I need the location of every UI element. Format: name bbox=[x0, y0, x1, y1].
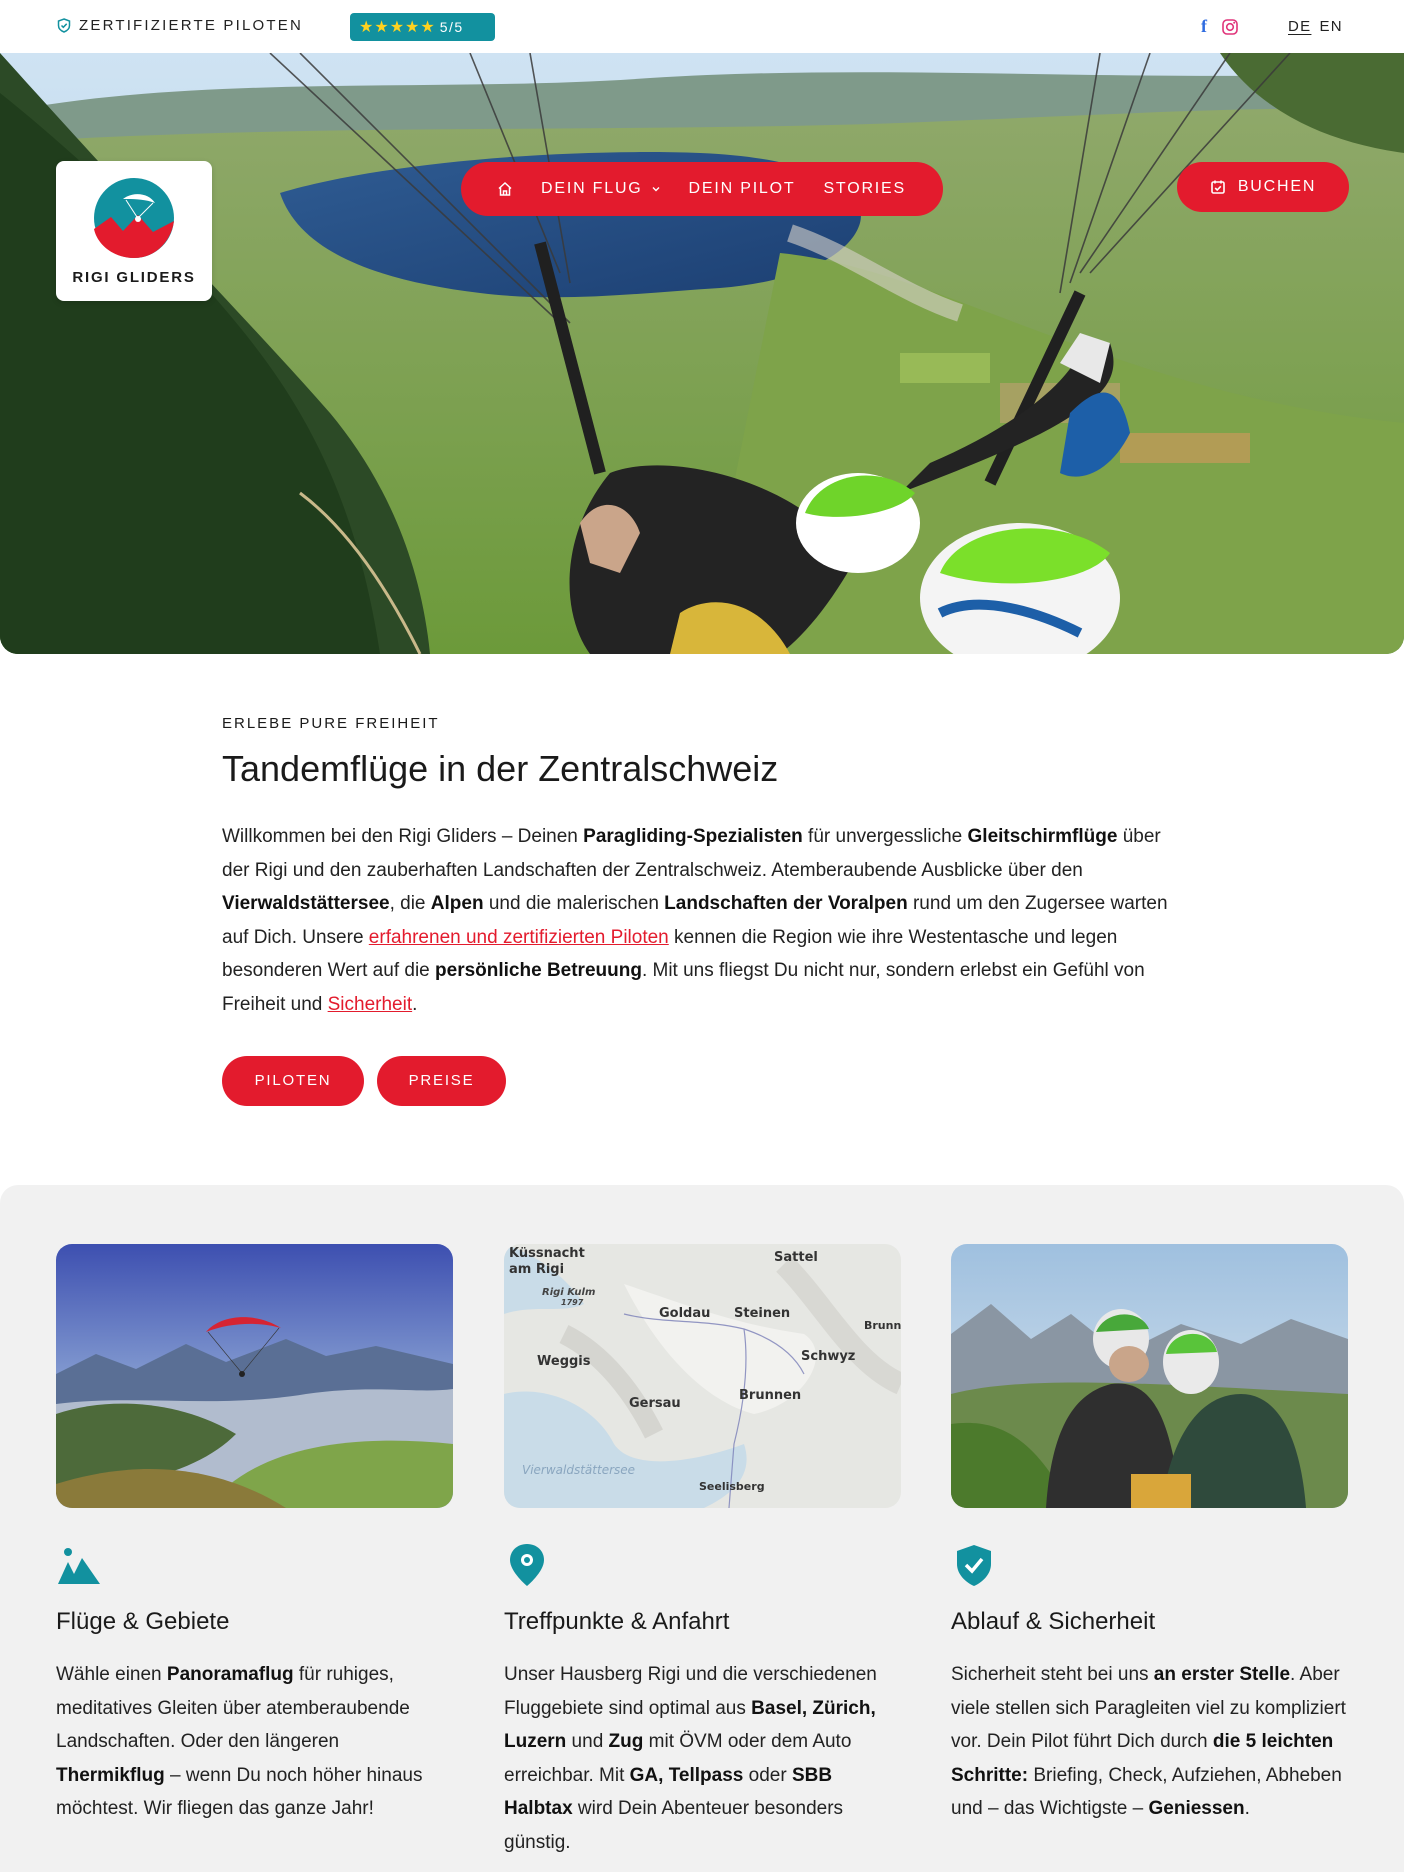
map-label: Seelisberg bbox=[699, 1480, 765, 1493]
hero: RIGI GLIDERS DEIN FLUG DEIN PILOT STORIE… bbox=[0, 53, 1404, 654]
intro-text-bold: persönliche Betreuung bbox=[435, 960, 642, 982]
lang-de[interactable]: DE bbox=[1288, 18, 1311, 35]
book-label: BUCHEN bbox=[1237, 178, 1317, 195]
instagram-icon[interactable] bbox=[1221, 18, 1239, 36]
feature-image-flights[interactable] bbox=[56, 1244, 453, 1508]
top-bar: ZERTIFIZIERTE PILOTEN ★★★★★ 5/5 f DE EN bbox=[0, 0, 1404, 53]
map-label: Schwyz bbox=[801, 1349, 855, 1364]
map-pin-icon bbox=[504, 1542, 901, 1592]
intro-eyebrow: ERLEBE PURE FREIHEIT bbox=[222, 715, 440, 732]
calendar-check-icon bbox=[1211, 180, 1225, 194]
brand-name: RIGI GLIDERS bbox=[72, 269, 196, 286]
star-icon: ★★★★★ bbox=[359, 19, 436, 36]
book-button[interactable]: BUCHEN bbox=[1177, 162, 1349, 212]
feature-text: Wähle einen Panoramaflug für ruhiges, me… bbox=[56, 1658, 453, 1826]
region-map-image: Küssnacht am Rigi Sattel Goldau Steinen … bbox=[504, 1244, 901, 1508]
feature-text-part: . bbox=[1244, 1798, 1250, 1820]
paraglider-landscape-image bbox=[56, 1244, 453, 1508]
intro-text-part: für unvergessliche bbox=[802, 826, 968, 847]
safety-link[interactable]: Sicherheit bbox=[328, 994, 413, 1015]
chevron-down-icon bbox=[652, 187, 660, 192]
language-switcher: DE EN bbox=[1288, 18, 1343, 35]
intro-text-bold: Landschaften der Voralpen bbox=[664, 893, 908, 915]
feature-text-bold: Thermikflug bbox=[56, 1764, 165, 1786]
feature-card-flights: Flüge & Gebiete Wähle einen Panoramaflug… bbox=[56, 1244, 453, 1826]
map-label: Weggis bbox=[537, 1354, 591, 1369]
map-label: Brunnen bbox=[739, 1388, 801, 1403]
features-section: Flüge & Gebiete Wähle einen Panoramaflug… bbox=[0, 1185, 1404, 1872]
map-label: Brunn bbox=[864, 1319, 901, 1332]
intro-text: Willkommen bei den Rigi Gliders – Deinen… bbox=[222, 820, 1182, 1022]
intro-text-part: und die malerischen bbox=[483, 893, 665, 915]
hero-image bbox=[0, 53, 1404, 654]
feature-text-bold: Geniessen bbox=[1148, 1798, 1245, 1820]
feature-text-part: Sicherheit steht bei uns bbox=[951, 1664, 1154, 1685]
certified-pilots: ZERTIFIZIERTE PILOTEN bbox=[57, 17, 303, 34]
page-title: Tandemflüge in der Zentralschweiz bbox=[222, 748, 779, 789]
map-label: 1797 bbox=[561, 1298, 584, 1307]
feature-text-part: und bbox=[566, 1731, 609, 1753]
feature-card-safety: Ablauf & Sicherheit Sicherheit steht bei… bbox=[951, 1244, 1348, 1826]
lang-en[interactable]: EN bbox=[1319, 18, 1342, 35]
pilots-button[interactable]: PILOTEN bbox=[222, 1055, 364, 1106]
feature-text-bold: GA, Tellpass bbox=[629, 1764, 744, 1786]
map-label: Steinen bbox=[734, 1306, 790, 1321]
map-label: Goldau bbox=[659, 1306, 710, 1321]
pilots-link[interactable]: erfahrenen und zertifizierten Piloten bbox=[369, 927, 669, 948]
intro-buttons: PILOTEN PREISE bbox=[222, 1055, 1182, 1106]
brand-logo[interactable]: RIGI GLIDERS bbox=[56, 161, 212, 301]
intro-text-part: Willkommen bei den Rigi Gliders – Deinen bbox=[222, 826, 584, 847]
map-label: Rigi Kulm bbox=[542, 1287, 595, 1298]
home-icon[interactable] bbox=[497, 181, 513, 197]
map-label: Gersau bbox=[629, 1396, 681, 1411]
main-nav: DEIN FLUG DEIN PILOT STORIES bbox=[461, 162, 943, 216]
feature-text: Unser Hausberg Rigi und die verschiedene… bbox=[504, 1658, 901, 1860]
intro-text-part: . bbox=[412, 993, 418, 1015]
shield-check-icon bbox=[57, 18, 71, 33]
prices-button[interactable]: PREISE bbox=[377, 1055, 506, 1106]
feature-text-bold: an erster Stelle bbox=[1153, 1664, 1291, 1685]
feature-card-meetingpoints: Küssnacht am Rigi Sattel Goldau Steinen … bbox=[504, 1244, 901, 1860]
facebook-icon[interactable]: f bbox=[1201, 16, 1207, 37]
feature-text-bold: Zug bbox=[608, 1731, 644, 1753]
rating-score: 5/5 bbox=[439, 19, 464, 35]
map-label: Sattel bbox=[774, 1250, 818, 1265]
shield-check-icon bbox=[951, 1542, 1348, 1592]
mountains-icon bbox=[56, 1542, 453, 1592]
feature-text-bold: Panoramaflug bbox=[166, 1664, 294, 1685]
nav-item-stories[interactable]: STORIES bbox=[823, 180, 906, 198]
feature-title: Ablauf & Sicherheit bbox=[951, 1608, 1156, 1635]
map-label: am Rigi bbox=[509, 1262, 564, 1277]
paraglider-logo-icon bbox=[94, 178, 174, 258]
rating-badge[interactable]: ★★★★★ 5/5 bbox=[350, 13, 495, 41]
feature-text: Sicherheit steht bei uns an erster Stell… bbox=[951, 1658, 1348, 1826]
feature-image-safety[interactable] bbox=[951, 1244, 1348, 1508]
map-label: Küssnacht bbox=[509, 1246, 585, 1261]
intro-text-bold: Gleitschirmflüge bbox=[967, 826, 1118, 847]
nav-item-pilot[interactable]: DEIN PILOT bbox=[689, 180, 796, 198]
intro-text-part: , die bbox=[389, 893, 431, 915]
intro-section: ERLEBE PURE FREIHEIT Tandemflüge in der … bbox=[222, 715, 1182, 1106]
feature-text-part: Wähle einen bbox=[56, 1664, 167, 1685]
map-label: Vierwaldstättersee bbox=[522, 1463, 635, 1477]
intro-text-bold: Paragliding-Spezialisten bbox=[583, 826, 803, 847]
feature-title: Treffpunkte & Anfahrt bbox=[504, 1608, 730, 1635]
nav-item-flight[interactable]: DEIN FLUG bbox=[541, 180, 661, 198]
feature-text-part: oder bbox=[743, 1764, 792, 1786]
pilots-preparing-image bbox=[951, 1244, 1348, 1508]
certified-label: ZERTIFIZIERTE PILOTEN bbox=[79, 17, 304, 34]
social-links: f bbox=[1201, 16, 1239, 37]
intro-text-bold: Vierwaldstättersee bbox=[222, 893, 390, 915]
intro-text-bold: Alpen bbox=[430, 893, 484, 915]
feature-image-map[interactable]: Küssnacht am Rigi Sattel Goldau Steinen … bbox=[504, 1244, 901, 1508]
nav-flight-label: DEIN FLUG bbox=[541, 180, 643, 197]
feature-title: Flüge & Gebiete bbox=[56, 1608, 230, 1635]
